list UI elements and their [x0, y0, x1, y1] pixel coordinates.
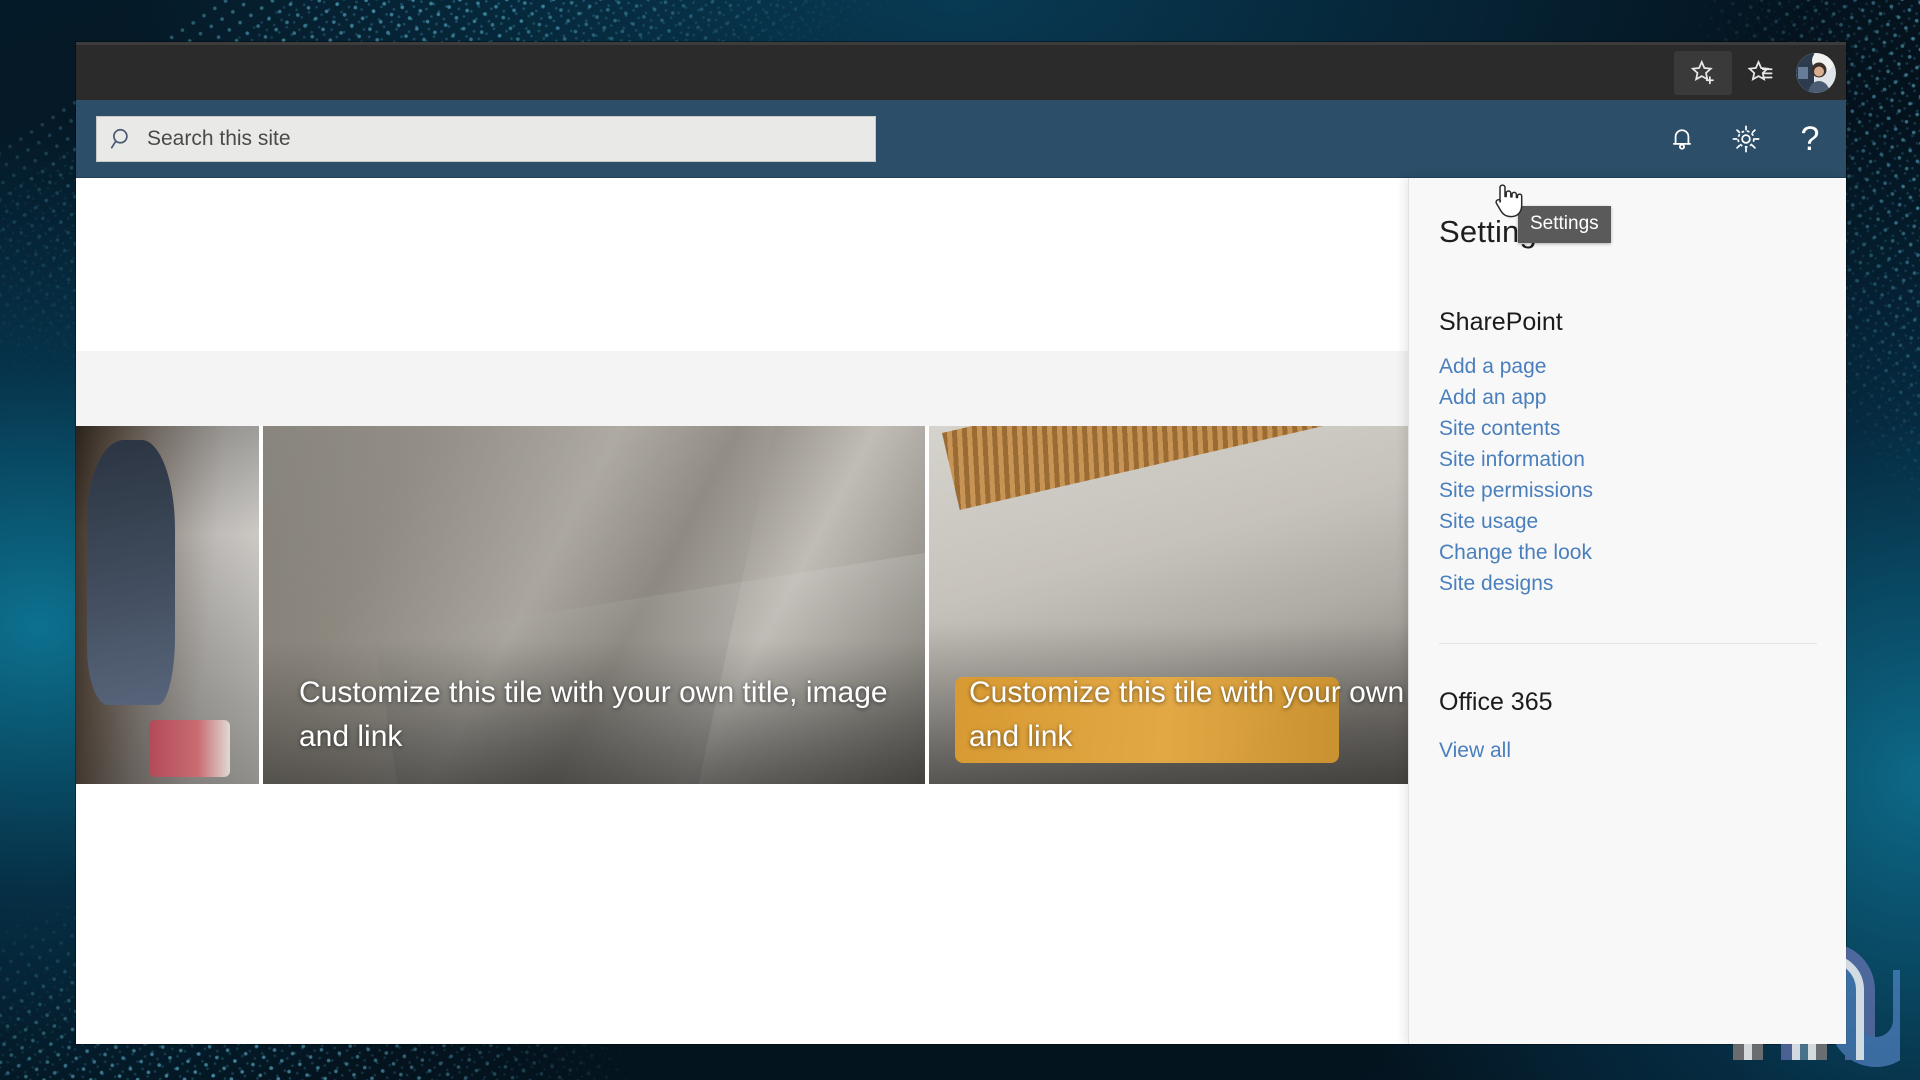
browser-toolbar	[76, 42, 1846, 100]
bell-icon	[1672, 128, 1692, 150]
settings-link-site-designs[interactable]: Site designs	[1439, 568, 1846, 599]
section-heading: SharePoint	[1439, 308, 1563, 336]
star-list-icon	[1747, 59, 1773, 81]
search-icon	[110, 128, 128, 149]
settings-link-view-all[interactable]: View all	[1439, 735, 1846, 766]
question-mark-icon: ?	[1800, 119, 1820, 158]
settings-link-site-permissions[interactable]: Site permissions	[1439, 475, 1846, 506]
add-to-favorites-button[interactable]	[1674, 50, 1732, 95]
settings-section-sharepoint: SharePoint Add a page Add an app Site co…	[1439, 308, 1846, 599]
avatar-photo	[1796, 52, 1836, 93]
notifications-button[interactable]	[1654, 111, 1710, 167]
search-placeholder: Search this site	[147, 126, 291, 150]
gear-icon	[1732, 125, 1760, 152]
settings-link-site-usage[interactable]: Site usage	[1439, 506, 1846, 537]
search-input[interactable]: Search this site	[96, 115, 876, 162]
avatar[interactable]	[1796, 52, 1836, 93]
help-button[interactable]: ?	[1782, 111, 1838, 167]
settings-panel-divider	[1439, 643, 1817, 644]
tile-caption: Customize this tile with your own title,…	[299, 676, 888, 753]
desktop-background: Search this site ? Customize this tile w…	[0, 0, 1920, 1080]
suite-bar-actions: ?	[1654, 111, 1846, 167]
tile-caption: ge to	[76, 573, 259, 634]
settings-section-office365: Office 365 View all	[1439, 688, 1846, 766]
star-plus-icon	[1690, 59, 1714, 84]
browser-window: Search this site ? Customize this tile w…	[76, 42, 1846, 1044]
settings-panel-title: Settings	[1439, 214, 1553, 249]
page-content: ge to Customize this tile with your own …	[76, 178, 1846, 1044]
hero-tile[interactable]: ge to	[76, 426, 259, 784]
settings-link-add-a-page[interactable]: Add a page	[1439, 351, 1846, 382]
settings-tooltip: Settings	[1518, 206, 1611, 243]
settings-link-change-the-look[interactable]: Change the look	[1439, 537, 1846, 568]
settings-button[interactable]	[1718, 111, 1774, 167]
sharepoint-suite-bar: Search this site ?	[76, 100, 1846, 178]
hero-tile[interactable]: Customize this tile with your own title,…	[263, 426, 925, 784]
favorites-list-button[interactable]	[1732, 51, 1790, 95]
settings-panel: Settings SharePoint Add a page Add an ap…	[1408, 178, 1846, 1044]
settings-link-add-an-app[interactable]: Add an app	[1439, 382, 1846, 413]
section-heading: Office 365	[1439, 688, 1553, 716]
settings-link-site-information[interactable]: Site information	[1439, 444, 1846, 475]
settings-link-site-contents[interactable]: Site contents	[1439, 413, 1846, 444]
